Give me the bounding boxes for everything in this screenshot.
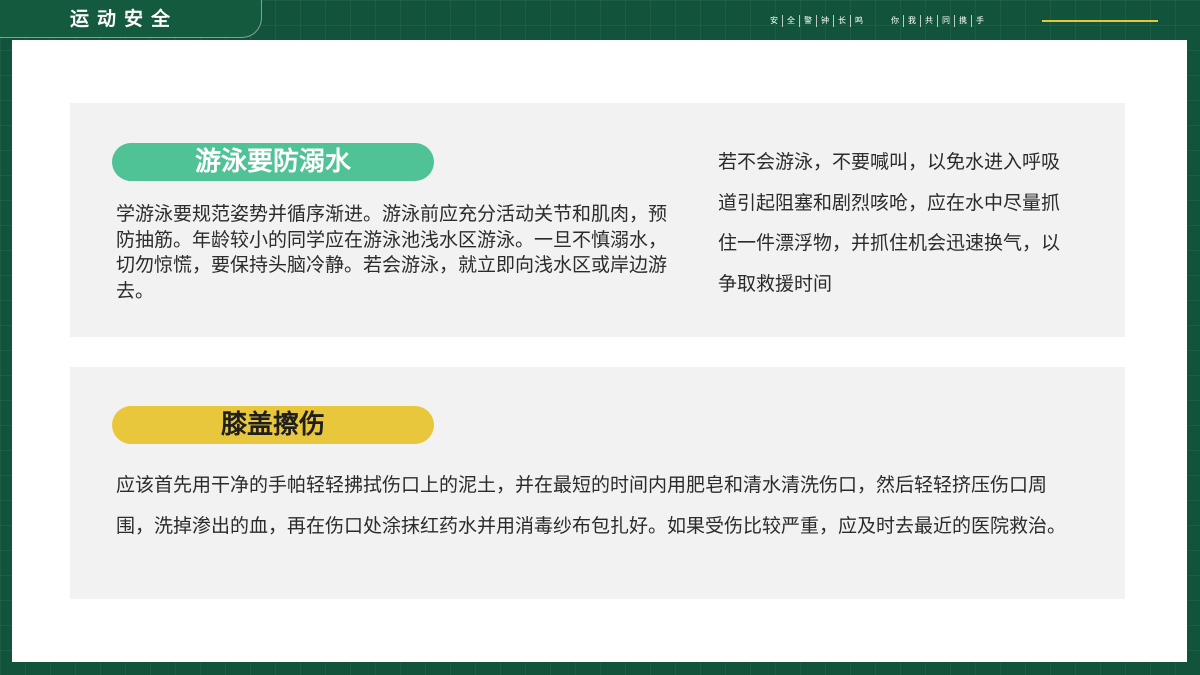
page-title: 运动安全 [70,8,179,30]
slogan-char: 手 [971,15,988,27]
slogan-divider-line [1042,20,1158,22]
slogan-char: 安 [770,16,778,25]
slogan-left: 安 全 警 钟 长 鸣 [766,15,867,27]
slogan-char: 警 [799,15,816,27]
swimming-text-left: 学游泳要规范姿势并循序渐进。游泳前应充分活动关节和肌肉，预防抽筋。年龄较小的同学… [116,203,668,302]
swimming-title: 游泳要防溺水 [194,147,351,177]
abrasion-title-badge: 膝盖擦伤 [112,406,434,444]
swimming-title-badge: 游泳要防溺水 [112,143,434,181]
slogan-char: 长 [833,15,850,27]
abrasion-title: 膝盖擦伤 [220,410,325,440]
swimming-text-right: 若不会游泳，不要喊叫，以免水进入呼吸道引起阻塞和剧烈咳呛，应在水中尽量抓住一件漂… [718,151,1061,295]
content-panel: 游泳要防溺水 学游泳要规范姿势并循序渐进。游泳前应充分活动关节和肌肉，预防抽筋。… [12,40,1187,662]
abrasion-card: 膝盖擦伤 应该首先用干净的手帕轻轻拂拭伤口上的泥土，并在最短的时间内用肥皂和清水… [70,367,1125,599]
slogan-right: 你 我 共 同 携 手 [887,15,988,27]
slogan-char: 携 [954,15,971,27]
swimming-card: 游泳要防溺水 学游泳要规范姿势并循序渐进。游泳前应充分活动关节和肌肉，预防抽筋。… [70,103,1125,337]
slogan-char: 全 [782,15,799,27]
slogan-char: 我 [903,15,920,27]
slogan-char: 你 [891,16,899,25]
header-slogan: 安 全 警 钟 长 鸣 你 我 共 同 携 手 [766,15,988,27]
slogan-char: 鸣 [850,15,867,27]
abrasion-text: 应该首先用干净的手帕轻轻拂拭伤口上的泥土，并在最短的时间内用肥皂和清水清洗伤口，… [116,474,1067,537]
slogan-char: 同 [937,15,954,27]
slogan-char: 钟 [816,15,833,27]
slogan-char: 共 [920,15,937,27]
